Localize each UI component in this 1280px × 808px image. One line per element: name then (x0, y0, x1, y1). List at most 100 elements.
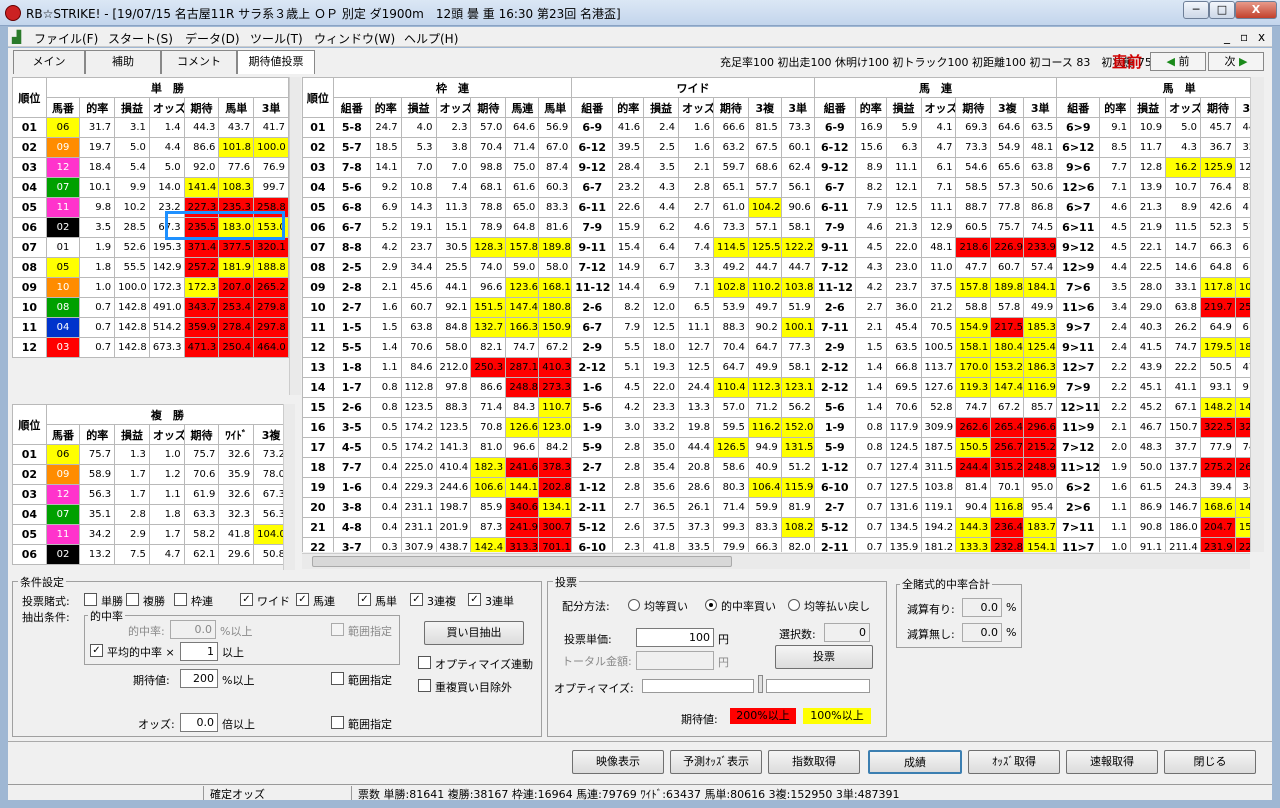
combo-horizontal-scrollbar[interactable] (302, 553, 1250, 569)
table-row[interactable]: 01 06 75.7 1.3 1.0 75.7 32.6 73.2 (12, 444, 289, 465)
minimize-button[interactable]: ─ (1183, 1, 1209, 19)
ticket-checkbox[interactable] (126, 593, 139, 606)
table-row[interactable]: 11 04 0.7 142.8 514.2 359.9 278.4 297.8 (12, 317, 289, 338)
table-row[interactable]: 16 3-5 0.5 174.2 123.5 70.8 126.6 123.0 1-9 3.0 33… (302, 417, 1250, 438)
get-odds-button[interactable]: ｵｯｽﾞ取得 (968, 750, 1060, 774)
hit-rate-input[interactable]: 0.0 (170, 620, 216, 639)
col-header[interactable]: 的率 (369, 97, 402, 118)
menu-data[interactable]: データ(D) (185, 30, 240, 47)
table-row[interactable]: 04 07 10.1 9.9 14.0 141.4 108.3 99.7 (12, 177, 289, 198)
avg-hit-checkbox[interactable]: ✓ (90, 644, 103, 657)
table-row[interactable]: 10 08 0.7 142.8 491.0 343.7 253.4 279.8 (12, 297, 289, 318)
alloc-hitrate-radio[interactable] (705, 599, 717, 611)
col-header[interactable]: 期待 (1200, 97, 1236, 118)
col-header[interactable]: 3複 (1234, 97, 1250, 118)
table-row[interactable]: 10 2-7 1.6 60.7 92.1 151.5 147.4 180.8 2-6 8.2 12.… (302, 297, 1250, 318)
col-header[interactable]: 馬単 (538, 97, 573, 118)
col-header[interactable]: 馬番 (45, 424, 81, 445)
table-row[interactable]: 18 7-7 0.4 225.0 410.4 182.3 241.6 378.3 2-7 2.8 3… (302, 457, 1250, 478)
table-row[interactable]: 03 12 18.4 5.4 5.0 92.0 77.6 76.9 (12, 157, 289, 178)
ticket-checkbox[interactable]: ✓ (296, 593, 309, 606)
col-header[interactable]: 的率 (612, 97, 645, 118)
table-row[interactable]: 07 8-8 4.2 23.7 30.5 128.3 157.8 189.8 9-11 15.4 6… (302, 237, 1250, 258)
col-header[interactable]: 組番 (332, 97, 371, 118)
table-row[interactable]: 04 5-6 9.2 10.8 7.4 68.1 61.6 60.3 6-7 23.2 4.3 2.8… (302, 177, 1250, 198)
col-header[interactable]: 組番 (571, 97, 614, 118)
optimize-link-checkbox[interactable] (418, 656, 431, 669)
menu-file[interactable]: ファイル(F) (34, 30, 98, 47)
table-row[interactable]: 01 06 31.7 3.1 1.4 44.3 43.7 41.7 (12, 117, 289, 138)
table-row[interactable]: 13 1-8 1.1 84.6 212.0 250.3 287.1 410.3 2-12 5.1 1… (302, 357, 1250, 378)
table-row[interactable]: 06 6-7 5.2 19.1 15.1 78.9 64.8 81.6 7-9 15.9 6.2 4.… (302, 217, 1250, 238)
mdi-restore-button[interactable]: ▫ (1240, 30, 1248, 44)
table-row[interactable]: 09 2-8 2.1 45.6 44.1 96.6 123.6 168.1 11-12 14.4 6… (302, 277, 1250, 298)
table-row[interactable]: 03 7-8 14.1 7.0 7.0 98.8 75.0 87.4 9-12 28.4 3.5 2.… (302, 157, 1250, 178)
ticket-checkbox[interactable]: ✓ (468, 593, 481, 606)
col-header[interactable]: 期待 (183, 97, 220, 118)
table-row[interactable]: 04 07 35.1 2.8 1.8 63.3 32.3 56.3 (12, 504, 289, 525)
col-header[interactable]: オッズ (920, 97, 957, 118)
table-row[interactable]: 05 6-8 6.9 14.3 11.3 78.8 65.0 83.3 6-11 22.6 4.4 2… (302, 197, 1250, 218)
table-row[interactable]: 05 11 34.2 2.9 1.7 58.2 41.8 104.0 (12, 524, 289, 545)
menu-tools[interactable]: ツール(T) (250, 30, 303, 47)
results-button[interactable]: 成績 (868, 750, 962, 774)
col-header[interactable]: オッズ (148, 97, 185, 118)
table-row[interactable]: 20 3-8 0.4 231.1 198.7 85.9 340.6 134.1 2-11 2.7 3… (302, 497, 1250, 518)
maximize-button[interactable]: □ (1209, 1, 1235, 19)
col-header[interactable]: 3複 (990, 97, 1025, 118)
col-header[interactable]: 損益 (400, 97, 437, 118)
video-button[interactable]: 映像表示 (572, 750, 664, 774)
ticket-checkbox[interactable] (174, 593, 187, 606)
tab-main[interactable]: メイン (13, 50, 85, 74)
table-row[interactable]: 19 1-6 0.4 229.3 244.6 106.6 144.1 202.8 1-12 2.8… (302, 477, 1250, 498)
table-row[interactable]: 22 3-7 0.3 307.9 438.7 142.4 313.3 701.1 6-10 2.3… (302, 537, 1250, 552)
table-row[interactable]: 12 5-5 1.4 70.6 58.0 82.1 74.7 67.2 2-9 5.5 18.0 12… (302, 337, 1250, 358)
col-header[interactable]: 期待 (470, 97, 507, 118)
optimize-slider-left[interactable] (642, 679, 754, 693)
dup-exclude-checkbox[interactable] (418, 679, 431, 692)
col-header[interactable]: オッズ (678, 97, 714, 118)
col-header[interactable]: 組番 (813, 97, 856, 118)
col-header[interactable]: 3単 (253, 97, 289, 118)
col-header[interactable]: 損益 (885, 97, 922, 118)
tab-support[interactable]: 補助 (85, 50, 161, 74)
table-row[interactable]: 09 10 1.0 100.0 172.3 172.3 207.0 265.2 (12, 277, 289, 298)
table-row[interactable]: 03 12 56.3 1.7 1.1 61.9 32.6 67.3 (12, 484, 289, 505)
mdi-close-button[interactable]: x (1258, 30, 1265, 44)
extract-bets-button[interactable]: 買い目抽出 (424, 621, 524, 645)
table-row[interactable]: 12 03 0.7 142.8 673.3 471.3 250.4 464.0 (12, 337, 289, 358)
col-header[interactable]: 馬単 (218, 97, 255, 118)
optimize-slider-right[interactable] (766, 679, 870, 693)
ticket-checkbox[interactable]: ✓ (240, 593, 253, 606)
hit-range-checkbox[interactable] (331, 623, 344, 636)
total-amount-input[interactable] (636, 651, 714, 670)
col-header[interactable]: 組番 (1056, 97, 1101, 118)
avg-hit-input[interactable]: 1 (180, 642, 218, 661)
menu-window[interactable]: ウィンドウ(W) (314, 30, 395, 47)
col-header[interactable]: 的率 (79, 97, 116, 118)
col-header[interactable]: オッズ (148, 424, 185, 445)
menu-help[interactable]: ヘルプ(H) (404, 30, 458, 47)
table-row[interactable]: 21 4-8 0.4 231.1 201.9 87.3 241.9 300.7 5-12 2.6 3… (302, 517, 1250, 538)
table-row[interactable]: 17 4-5 0.5 174.2 141.3 81.0 96.6 84.2 5-9 2.8 35.0… (302, 437, 1250, 458)
col-header[interactable]: 損益 (114, 97, 150, 118)
table-row[interactable]: 06 02 13.2 7.5 4.7 62.1 29.6 50.8 (12, 544, 289, 565)
next-race-button[interactable]: 次 ▶ (1208, 52, 1264, 71)
col-header[interactable]: 馬連 (505, 97, 540, 118)
mdi-minimize-button[interactable]: _ (1224, 30, 1230, 44)
col-header[interactable]: 損益 (643, 97, 680, 118)
col-header[interactable]: ﾜｲﾄﾞ (218, 424, 255, 445)
col-header[interactable]: 3単 (780, 97, 815, 118)
close-window-button[interactable]: 閉じる (1164, 750, 1256, 774)
tab-expected-vote[interactable]: 期待値投票 (237, 50, 315, 74)
table-row[interactable]: 15 2-6 0.8 123.5 88.3 71.4 84.3 110.7 5-6 4.2 23.3… (302, 397, 1250, 418)
exp-range-checkbox[interactable] (331, 672, 344, 685)
col-header[interactable]: 期待 (712, 97, 749, 118)
optimize-slider-thumb[interactable] (758, 675, 763, 693)
alloc-payout-radio[interactable] (788, 599, 800, 611)
predicted-odds-button[interactable]: 予測ｵｯｽﾞ表示 (670, 750, 762, 774)
place-table-scrollbar[interactable] (283, 404, 295, 570)
col-header[interactable]: 期待 (955, 97, 992, 118)
get-index-button[interactable]: 指数取得 (768, 750, 860, 774)
col-header[interactable]: 損益 (1130, 97, 1167, 118)
